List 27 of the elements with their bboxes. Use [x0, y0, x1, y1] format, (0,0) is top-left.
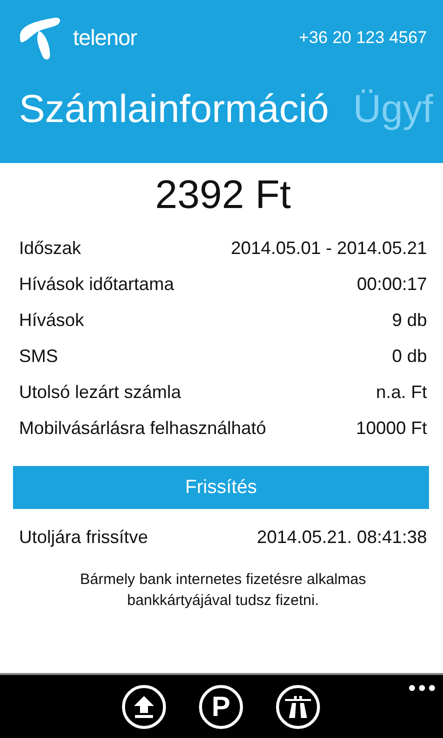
detail-value: 2014.05.21. 08:41:38	[256, 526, 427, 548]
brand-name: telenor	[73, 25, 137, 51]
detail-value: 2014.05.01 - 2014.05.21	[230, 238, 427, 258]
detail-label: Utolsó lezárt számla	[19, 382, 182, 402]
detail-value: 10000 Ft	[356, 418, 427, 438]
motorway-icon	[285, 696, 311, 718]
detail-label: Időszak	[19, 238, 82, 258]
detail-label: Hívások időtartama	[19, 274, 174, 294]
detail-label: Hívások	[19, 310, 84, 330]
detail-value: 9 db	[392, 310, 427, 330]
upload-button[interactable]	[122, 685, 166, 729]
detail-label: Mobilvásárlásra felhasználható	[19, 418, 266, 438]
more-icon[interactable]	[409, 685, 435, 691]
upload-icon	[133, 695, 155, 719]
detail-label: Utoljára frissítve	[19, 526, 148, 548]
balance-amount: 2392 Ft	[154, 173, 292, 218]
detail-value: 00:00:17	[356, 274, 427, 294]
detail-label: SMS	[19, 346, 58, 366]
payment-note: Bármely bank internetes fizetésre alkalmas bankkártyájával tudsz fizetni.	[79, 570, 367, 611]
parking-button[interactable]: P	[199, 685, 243, 729]
motorway-button[interactable]	[276, 685, 320, 729]
pivot-tab[interactable]: Számlainformáció	[19, 88, 329, 132]
detail-value: 0 db	[392, 346, 427, 366]
refresh-button[interactable]: Frissítés	[13, 466, 429, 509]
phone-number: +36 20 123 4567	[298, 28, 427, 48]
pivot-tab[interactable]: Ügyf	[352, 88, 434, 132]
detail-value: n.a. Ft	[376, 382, 427, 402]
